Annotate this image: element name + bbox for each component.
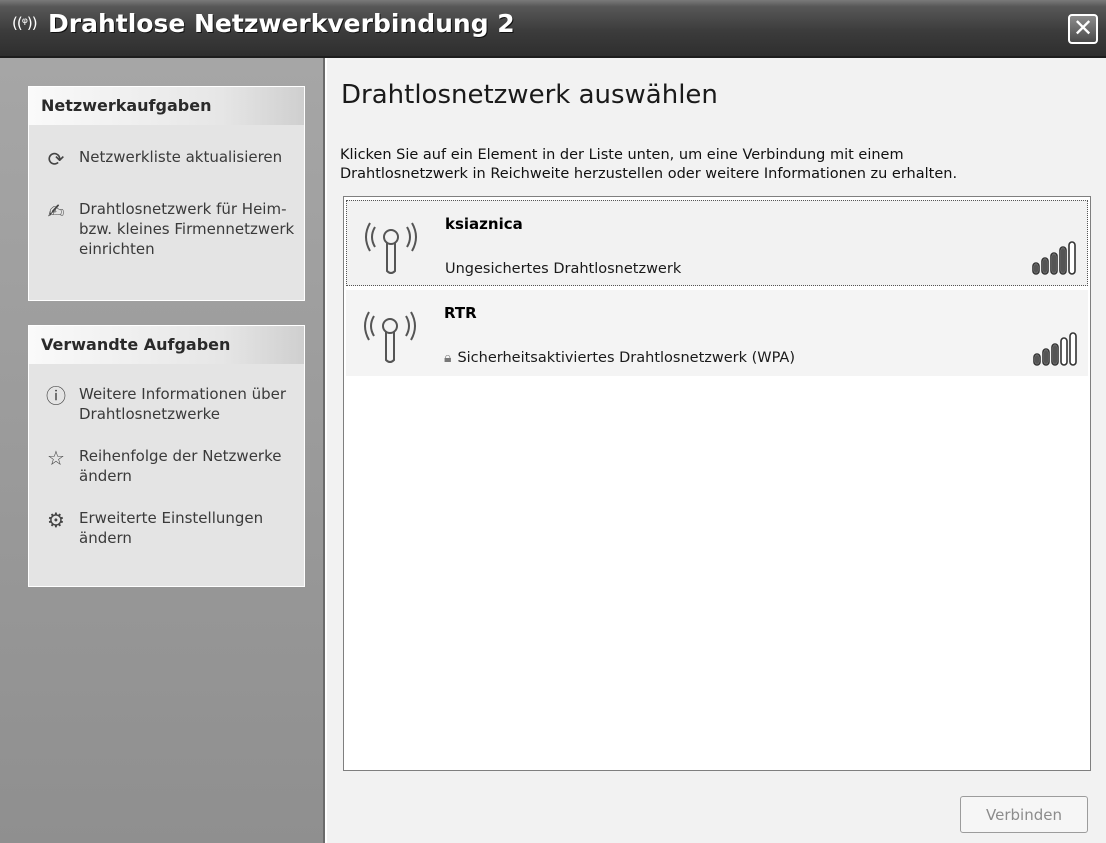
network-status: Sicherheitsaktiviertes Drahtlosnetzwerk … [457,350,795,366]
settings-icon: ⚙ [47,508,65,532]
instructions: Klicken Sie auf ein Element in der Liste… [340,146,1100,184]
task-change-order[interactable]: ☆ Reihenfolge der Netzwerke ändern [29,446,304,486]
title-bar[interactable]: ((ᵠ)) Drahtlose Netzwerkverbindung 2 ✕ [0,0,1106,58]
task-label: Reihenfolge der Netzwerke ändern [79,447,282,485]
main-panel: Drahtlosnetzwerk auswählen Klicken Sie a… [327,58,1106,843]
task-setup-wireless[interactable]: ✍ Drahtlosnetzwerk für Heim- bzw. kleine… [29,199,304,259]
signal-strength-icon [1033,332,1077,366]
wireless-network-icon [364,311,416,363]
task-group-title: Verwandte Aufgaben [29,326,304,364]
task-group-netzwerkaufgaben: Netzwerkaufgaben ⟳ Netzwerkliste aktuali… [28,86,305,301]
wireless-network-icon [365,222,417,274]
task-label: Weitere Informationen über Drahtlosnetzw… [79,385,287,423]
network-item-ksiaznica[interactable]: ksiaznica Ungesichertes Drahtlosnetzwerk [346,200,1088,286]
wireless-setup-icon: ✍ [47,199,65,223]
network-name: RTR [444,304,477,322]
close-button[interactable]: ✕ [1068,14,1098,44]
task-pane: Netzwerkaufgaben ⟳ Netzwerkliste aktuali… [0,58,325,843]
lock-icon: 🔒︎ [444,350,452,366]
task-refresh-network-list[interactable]: ⟳ Netzwerkliste aktualisieren [29,147,304,173]
window-title: Drahtlose Netzwerkverbindung 2 [48,9,515,38]
network-list[interactable]: ksiaznica Ungesichertes Drahtlosnetzwerk [343,196,1091,771]
instructions-line-1: Klicken Sie auf ein Element in der Liste… [340,147,904,163]
task-label: Erweiterte Einstellungen ändern [79,509,264,547]
task-label: Drahtlosnetzwerk für Heim- bzw. kleines … [79,200,295,258]
wireless-icon: ((ᵠ)) [12,14,38,32]
page-title: Drahtlosnetzwerk auswählen [341,80,718,110]
network-status-row: 🔒︎ Sicherheitsaktiviertes Drahtlosnetzwer… [444,350,795,366]
network-name: ksiaznica [445,215,523,233]
connect-button[interactable]: Verbinden [960,796,1088,833]
signal-strength-icon [1032,241,1076,275]
task-label: Netzwerkliste aktualisieren [79,148,283,166]
task-group-title: Netzwerkaufgaben [29,87,304,125]
info-icon: ⓘ [46,384,66,408]
star-icon: ☆ [47,446,65,470]
task-advanced-settings[interactable]: ⚙ Erweiterte Einstellungen ändern [29,508,304,548]
refresh-icon: ⟳ [47,147,65,171]
network-item-rtr[interactable]: RTR 🔒︎ Sicherheitsaktiviertes Drahtlosnet… [346,290,1088,376]
instructions-line-2: Drahtlosnetzwerk in Reichweite herzustel… [340,166,958,182]
task-more-info[interactable]: ⓘ Weitere Informationen über Drahtlosnet… [29,384,304,424]
network-status: Ungesichertes Drahtlosnetzwerk [445,261,682,277]
task-group-verwandte-aufgaben: Verwandte Aufgaben ⓘ Weitere Information… [28,325,305,587]
